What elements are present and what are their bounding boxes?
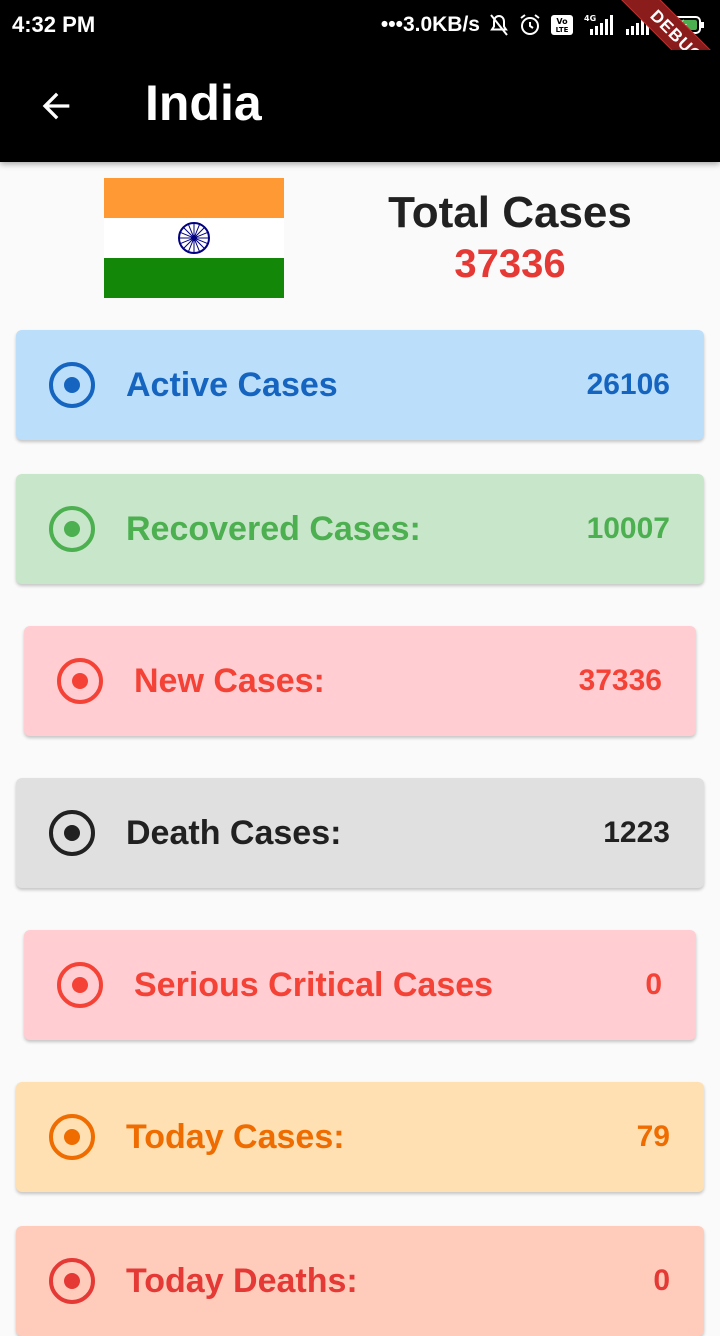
card-value: 26106: [586, 368, 670, 401]
card-value: 79: [636, 1120, 670, 1153]
card-label: Recovered Cases:: [126, 509, 421, 548]
radio-button-checked-icon: [49, 362, 95, 408]
today-deaths-card[interactable]: Today Deaths: 0: [16, 1226, 704, 1336]
page-title: India: [145, 75, 262, 131]
card-label: Active Cases: [126, 365, 338, 404]
svg-text:4G: 4G: [584, 14, 596, 23]
radio-button-checked-icon: [57, 962, 103, 1008]
card-label: New Cases:: [134, 661, 325, 700]
total-cases-block: Total Cases 37336: [380, 186, 640, 288]
new-cases-card[interactable]: New Cases: 37336: [24, 626, 696, 736]
back-button[interactable]: [30, 80, 82, 132]
card-label: Today Deaths:: [126, 1261, 358, 1300]
today-cases-card[interactable]: Today Cases: 79: [16, 1082, 704, 1192]
signal-4g-icon: 4G: [582, 13, 616, 37]
card-value: 1223: [603, 816, 670, 849]
total-cases-label: Total Cases: [388, 188, 632, 237]
serious-critical-cases-card[interactable]: Serious Critical Cases 0: [24, 930, 696, 1040]
ashoka-chakra-icon: [178, 222, 210, 254]
card-value: 37336: [578, 664, 662, 697]
death-cases-card[interactable]: Death Cases: 1223: [16, 778, 704, 888]
network-speed: •••3.0KB/s: [380, 13, 480, 36]
volte-icon: Vo LTE: [550, 14, 574, 36]
card-label: Today Cases:: [126, 1117, 345, 1156]
svg-text:Vo: Vo: [556, 17, 568, 26]
status-time: 4:32 PM: [12, 12, 96, 37]
arrow-back-icon: [42, 92, 70, 120]
bell-off-icon: [488, 13, 510, 37]
radio-button-checked-icon: [49, 1114, 95, 1160]
card-label: Serious Critical Cases: [134, 965, 494, 1004]
recovered-cases-card[interactable]: Recovered Cases: 10007: [16, 474, 704, 584]
card-value: 0: [645, 968, 662, 1001]
card-value: 0: [653, 1264, 670, 1297]
svg-text:LTE: LTE: [556, 26, 569, 34]
active-cases-card[interactable]: Active Cases 26106: [16, 330, 704, 440]
app-bar: India: [0, 50, 720, 162]
radio-button-checked-icon: [49, 1258, 95, 1304]
status-bar: 4:32 PM •••3.0KB/s Vo LTE 4G DEBUG: [0, 0, 720, 107]
radio-button-checked-icon: [57, 658, 103, 704]
radio-button-checked-icon: [49, 506, 95, 552]
card-value: 10007: [586, 512, 670, 545]
total-cases-value: 37336: [454, 242, 566, 286]
radio-button-checked-icon: [49, 810, 95, 856]
india-flag: [104, 178, 284, 298]
alarm-icon: [518, 13, 542, 37]
card-label: Death Cases:: [126, 813, 342, 852]
